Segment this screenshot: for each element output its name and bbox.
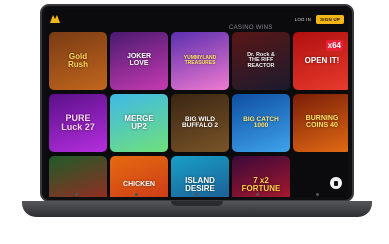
logo-icon[interactable] <box>50 15 60 23</box>
game-title: PURE Luck 27 <box>61 113 95 132</box>
laptop-base <box>22 201 372 217</box>
game-tile[interactable]: Dr. Rock & THE RIFF REACTOR <box>232 32 290 90</box>
bottom-nav <box>46 191 348 197</box>
game-tile[interactable]: OPEN IT! x64 <box>293 32 348 90</box>
game-tile[interactable]: PURE Luck 27 <box>49 94 107 152</box>
nav-dot[interactable] <box>135 192 139 196</box>
laptop-frame: LOG IN SIGN UP CASINO WINS Gold Rush JOKE… <box>40 4 354 202</box>
game-title: CHICKEN <box>123 180 155 188</box>
trackpad-notch <box>171 201 223 206</box>
nav-dot[interactable] <box>74 192 78 196</box>
game-title: BIG CATCH 1000 <box>243 115 279 129</box>
game-title: JOKER LOVE <box>126 53 152 67</box>
game-tile[interactable]: BURNING COINS 40 <box>293 94 348 152</box>
multiplier-badge: x64 <box>325 40 343 51</box>
top-bar: LOG IN SIGN UP <box>46 10 348 28</box>
game-title: Dr. Rock & THE RIFF REACTOR <box>247 52 275 69</box>
game-title: OPEN IT! <box>304 56 340 66</box>
game-title: BURNING COINS 40 <box>305 115 339 129</box>
game-tile[interactable]: BIG WILD BUFFALO 2 <box>171 94 229 152</box>
game-tile[interactable]: JOKER LOVE <box>110 32 168 90</box>
nav-dot[interactable] <box>316 192 320 196</box>
game-tile[interactable]: YUMMYLAND TREASURES <box>171 32 229 90</box>
game-title: BIG WILD BUFFALO 2 <box>181 115 219 129</box>
game-title: YUMMYLAND TREASURES <box>183 55 217 66</box>
nav-dot[interactable] <box>195 192 199 196</box>
game-tile[interactable]: BIG CATCH 1000 <box>232 94 290 152</box>
nav-dot[interactable] <box>255 192 259 196</box>
signup-button[interactable]: SIGN UP <box>316 14 344 24</box>
game-grid: Gold Rush JOKER LOVE YUMMYLAND TREASURES Dr… <box>46 32 348 197</box>
game-tile[interactable]: MERGE UP2 <box>110 94 168 152</box>
game-title: Gold Rush <box>68 52 88 69</box>
screen: LOG IN SIGN UP CASINO WINS Gold Rush JOKE… <box>46 10 348 197</box>
game-tile[interactable]: Gold Rush <box>49 32 107 90</box>
login-button[interactable]: LOG IN <box>295 17 311 22</box>
section-title: CASINO WINS <box>229 25 273 31</box>
chat-icon[interactable] <box>330 177 342 189</box>
game-title: MERGE UP2 <box>124 114 154 131</box>
